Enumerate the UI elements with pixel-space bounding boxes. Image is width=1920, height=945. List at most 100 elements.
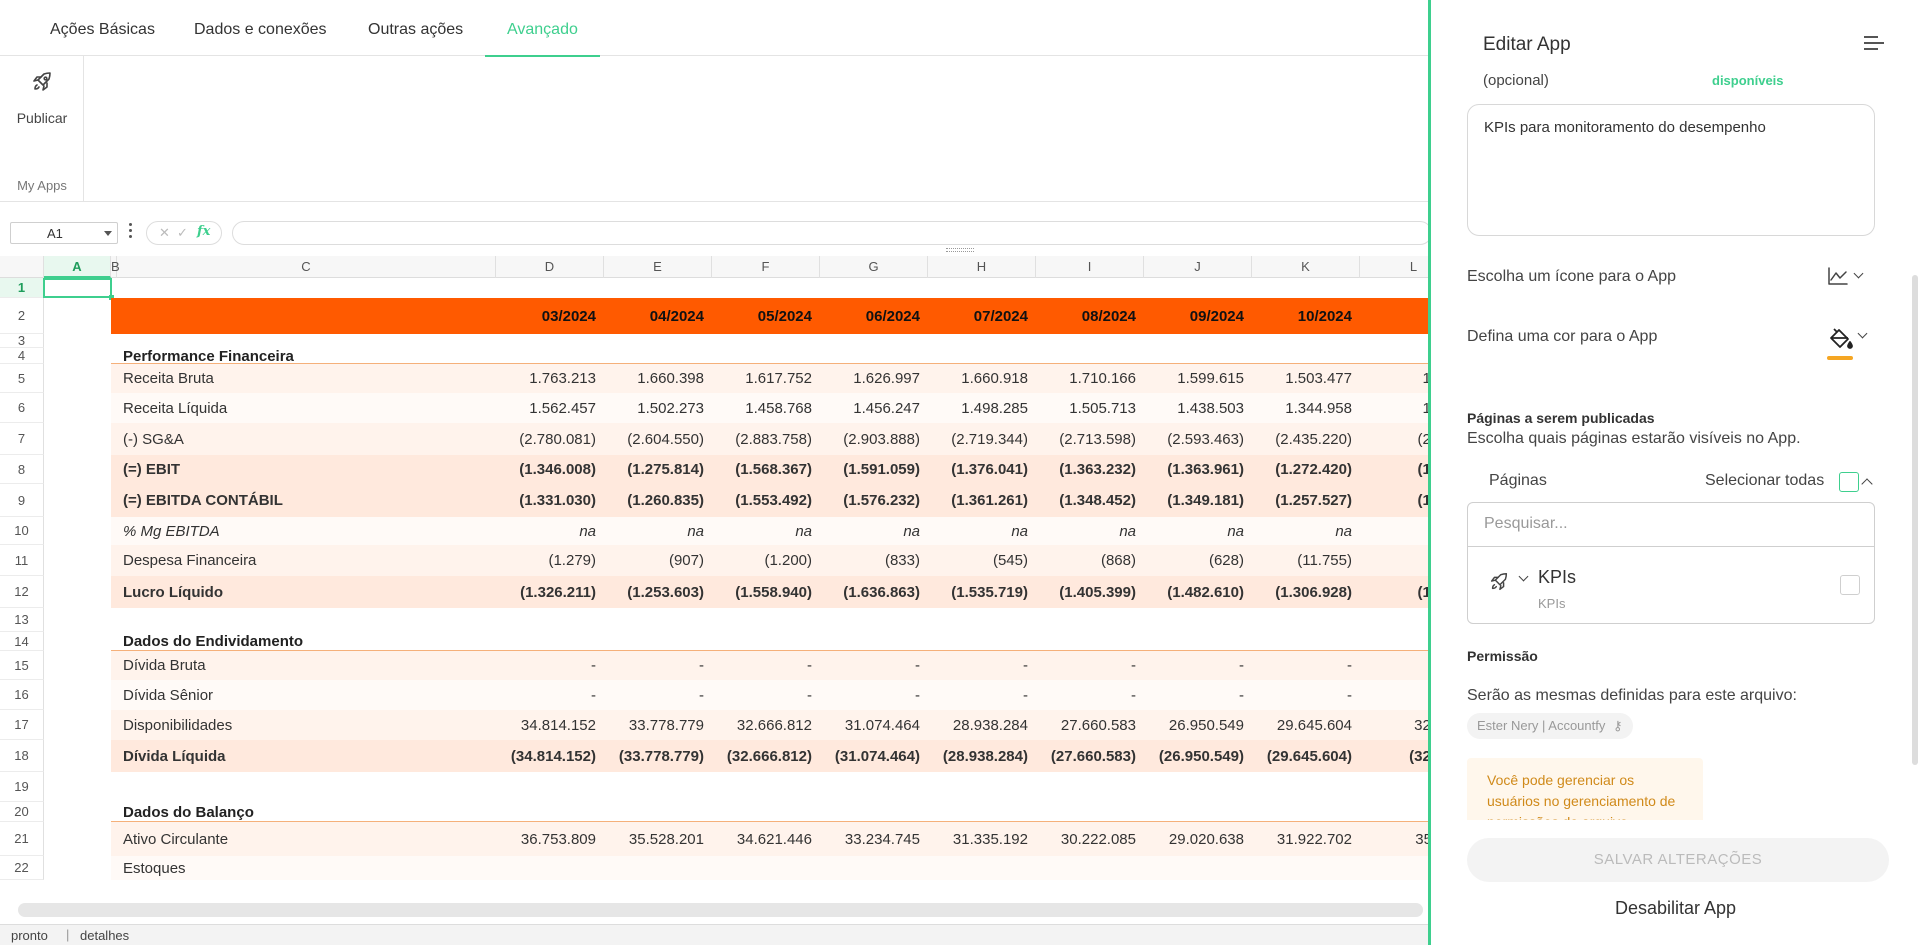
value-cell[interactable]: (2.713.598) xyxy=(1036,423,1136,455)
value-cell[interactable]: (1.591.059) xyxy=(820,455,920,484)
value-cell[interactable]: (1.260.835) xyxy=(604,484,704,517)
value-cell[interactable]: - xyxy=(928,680,1028,710)
value-cell[interactable]: (1.275.814) xyxy=(604,455,704,484)
value-cell[interactable]: 32.666.812 xyxy=(712,710,812,740)
value-cell[interactable]: - xyxy=(1144,680,1244,710)
value-cell[interactable]: (1.331.030) xyxy=(496,484,596,517)
value-cell[interactable]: na xyxy=(712,517,812,545)
row-number[interactable]: 12 xyxy=(0,576,44,608)
row-number[interactable]: 15 xyxy=(0,651,44,680)
value-cell[interactable]: (2.903.888) xyxy=(820,423,920,455)
value-cell[interactable]: (2.780.081) xyxy=(496,423,596,455)
value-cell[interactable]: 29.020.638 xyxy=(1144,822,1244,856)
value-cell[interactable]: - xyxy=(1252,651,1352,680)
value-cell[interactable]: 34.814.152 xyxy=(496,710,596,740)
value-cell[interactable]: 1.763.213 xyxy=(496,364,596,393)
value-cell[interactable]: 33.234.745 xyxy=(820,822,920,856)
value-cell[interactable]: - xyxy=(496,680,596,710)
horizontal-scrollbar[interactable] xyxy=(18,903,1423,917)
value-cell[interactable]: (2.883.758) xyxy=(712,423,812,455)
column-header-e[interactable]: E xyxy=(604,256,712,278)
column-header-l[interactable]: L xyxy=(1360,256,1428,278)
value-cell[interactable]: (1.272.420) xyxy=(1252,455,1352,484)
value-cell[interactable]: 28.938.284 xyxy=(928,710,1028,740)
value-cell[interactable]: (1.576.232) xyxy=(820,484,920,517)
value-cell[interactable]: (1.558.940) xyxy=(712,576,812,608)
value-cell[interactable]: 31.335.192 xyxy=(928,822,1028,856)
value-cell[interactable]: - xyxy=(820,680,920,710)
row-label[interactable]: Ativo Circulante xyxy=(123,822,228,856)
value-cell[interactable]: - xyxy=(1036,680,1136,710)
value-cell[interactable]: 08/2024 xyxy=(1036,298,1136,334)
value-cell[interactable]: (1.361.261) xyxy=(928,484,1028,517)
value-cell[interactable]: - xyxy=(1036,651,1136,680)
row-label[interactable]: Dados do Endividamento xyxy=(123,632,303,651)
page-checkbox[interactable] xyxy=(1840,575,1860,595)
value-cell[interactable]: na xyxy=(928,517,1028,545)
disable-app-button[interactable]: Desabilitar App xyxy=(1431,898,1920,919)
value-cell[interactable]: (34.814.152) xyxy=(496,740,596,772)
value-cell[interactable]: 1.660.398 xyxy=(604,364,704,393)
row-label[interactable]: Dados do Balanço xyxy=(123,802,254,822)
row-label[interactable]: Despesa Financeira xyxy=(123,545,256,576)
value-cell[interactable]: - xyxy=(712,651,812,680)
value-cell[interactable]: (1.257.527) xyxy=(1252,484,1352,517)
confirm-edit-icon[interactable]: ✓ xyxy=(177,225,188,241)
value-cell[interactable]: (31.074.464) xyxy=(820,740,920,772)
value-cell[interactable]: (1.348.452) xyxy=(1036,484,1136,517)
row-number[interactable]: 6 xyxy=(0,393,44,423)
value-cell[interactable]: 1.562.457 xyxy=(496,393,596,423)
row-number[interactable]: 17 xyxy=(0,710,44,740)
value-cell[interactable]: - xyxy=(928,651,1028,680)
column-header-i[interactable]: I xyxy=(1036,256,1144,278)
tab-avancado[interactable]: Avançado xyxy=(485,0,600,57)
row-number[interactable]: 11 xyxy=(0,545,44,576)
value-cell[interactable]: 32.610 xyxy=(1360,710,1428,740)
select-all-checkbox[interactable] xyxy=(1839,472,1859,492)
value-cell[interactable]: (1.326.211) xyxy=(496,576,596,608)
row-number[interactable]: 18 xyxy=(0,740,44,772)
value-cell[interactable]: 1.503.477 xyxy=(1252,364,1352,393)
save-changes-button[interactable]: SALVAR ALTERAÇÕES xyxy=(1467,838,1889,882)
formula-input[interactable] xyxy=(232,221,1428,245)
row-number[interactable]: 8 xyxy=(0,455,44,484)
value-cell[interactable]: 36.753.809 xyxy=(496,822,596,856)
row-label[interactable]: Receita Líquida xyxy=(123,393,227,423)
value-cell[interactable]: (1.405.399) xyxy=(1036,576,1136,608)
value-cell[interactable]: (1.363.232) xyxy=(1036,455,1136,484)
value-cell[interactable]: 26.950.549 xyxy=(1144,710,1244,740)
value-cell[interactable]: (33.778.779) xyxy=(604,740,704,772)
resize-handle[interactable] xyxy=(946,248,974,252)
row-label[interactable]: (=) EBIT xyxy=(123,455,180,484)
value-cell[interactable]: 11/ xyxy=(1360,298,1428,334)
value-cell[interactable]: 1.617.752 xyxy=(712,364,812,393)
value-cell[interactable] xyxy=(1360,651,1428,680)
value-cell[interactable]: 1.479 xyxy=(1360,393,1428,423)
column-header-h[interactable]: H xyxy=(928,256,1036,278)
column-header-j[interactable]: J xyxy=(1144,256,1252,278)
value-cell[interactable]: 34.621.446 xyxy=(712,822,812,856)
value-cell[interactable]: (2.435.220) xyxy=(1252,423,1352,455)
value-cell[interactable] xyxy=(1360,517,1428,545)
row-label[interactable]: Disponibilidades xyxy=(123,710,232,740)
value-cell[interactable]: - xyxy=(712,680,812,710)
value-cell[interactable]: na xyxy=(1144,517,1244,545)
tab-dados-e-conexoes[interactable]: Dados e conexões xyxy=(194,0,327,56)
value-cell[interactable]: (1.568.367) xyxy=(712,455,812,484)
row-number[interactable]: 14 xyxy=(0,632,44,651)
value-cell[interactable]: (2.678 xyxy=(1360,423,1428,455)
row-label[interactable]: (-) SG&A xyxy=(123,423,184,455)
value-cell[interactable]: 1.653 xyxy=(1360,364,1428,393)
value-cell[interactable]: (1.399 xyxy=(1360,455,1428,484)
value-cell[interactable]: 35.528.201 xyxy=(604,822,704,856)
cell-reference-box[interactable]: A1 xyxy=(10,222,118,244)
row-number[interactable]: 1 xyxy=(0,278,44,298)
value-cell[interactable]: 07/2024 xyxy=(928,298,1028,334)
value-cell[interactable]: (1.200) xyxy=(712,545,812,576)
row-number[interactable]: 7 xyxy=(0,423,44,455)
details-link[interactable]: detalhes xyxy=(80,928,129,943)
row-number[interactable]: 2 xyxy=(0,298,44,334)
value-cell[interactable]: (28.938.284) xyxy=(928,740,1028,772)
value-cell[interactable]: (907) xyxy=(604,545,704,576)
row-number[interactable]: 19 xyxy=(0,772,44,802)
